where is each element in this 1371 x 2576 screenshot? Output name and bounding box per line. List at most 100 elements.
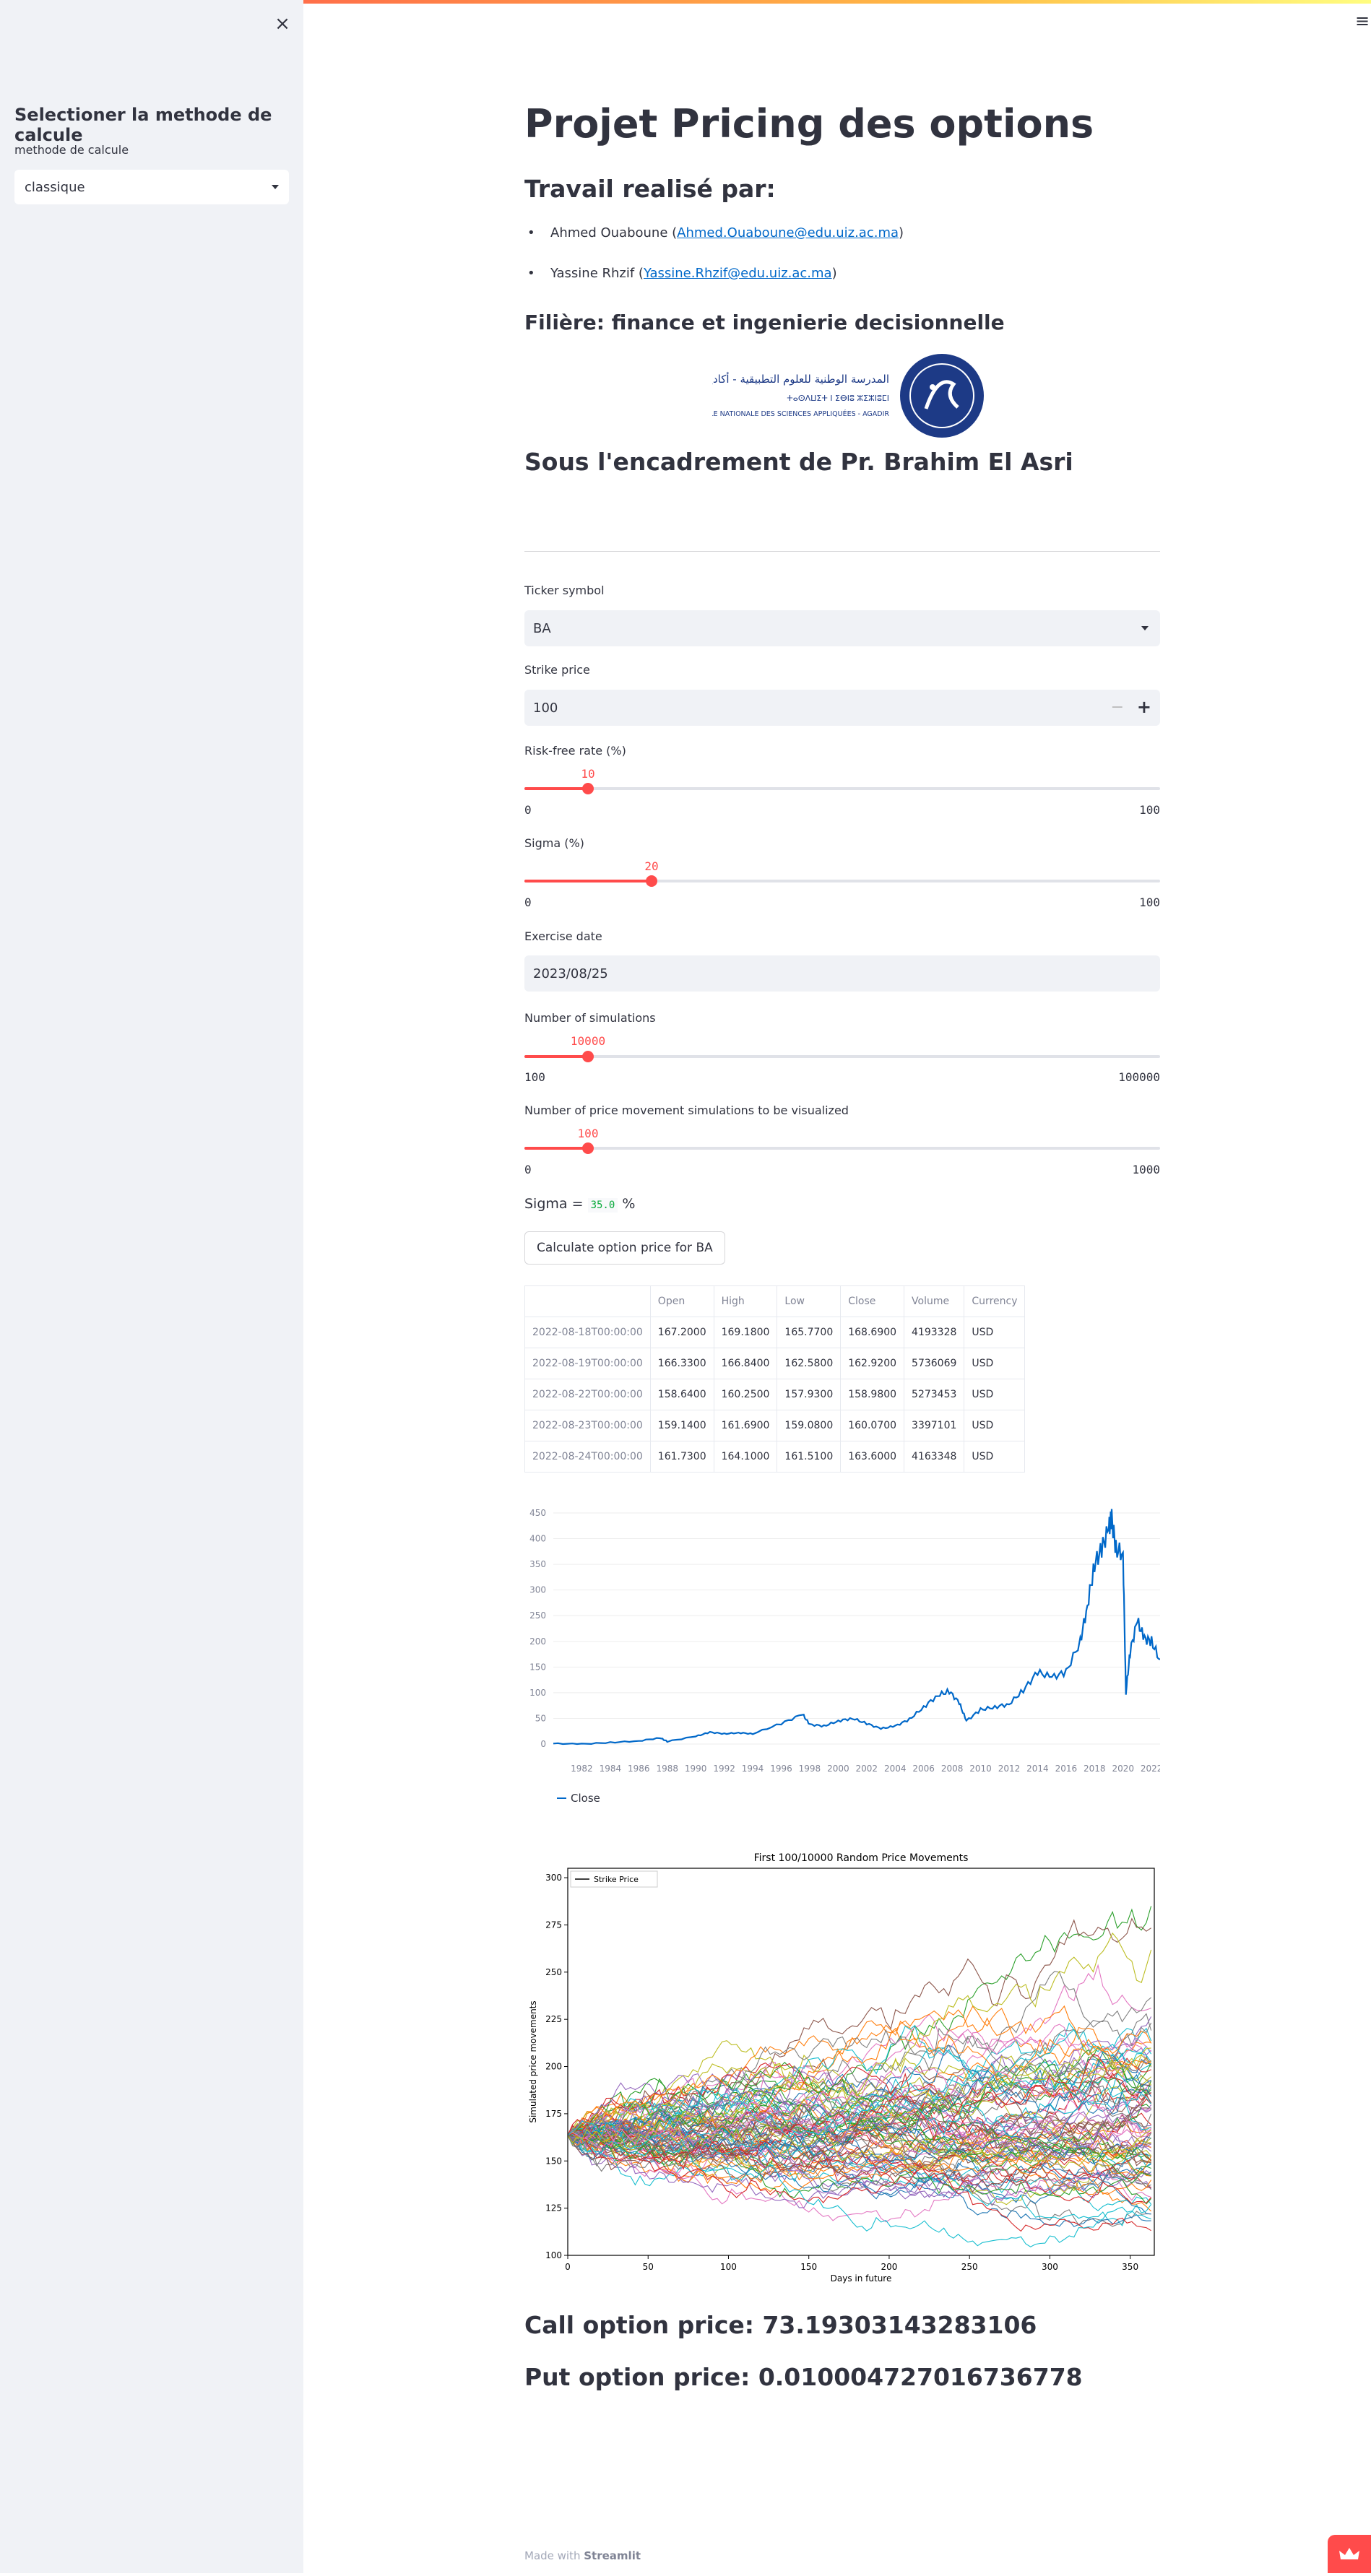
viz-slider[interactable] bbox=[524, 1142, 1160, 1154]
close-sidebar-icon[interactable]: × bbox=[273, 14, 292, 33]
rate-slider-value: 10 bbox=[581, 767, 595, 781]
x-tick-label: 2022 bbox=[1141, 1764, 1160, 1774]
decrement-button[interactable]: − bbox=[1111, 698, 1124, 716]
sidebar: × Selectioner la methode de calcule meth… bbox=[0, 0, 303, 2573]
x-tick-label: 1992 bbox=[713, 1764, 735, 1774]
y-tick-label: 50 bbox=[535, 1713, 546, 1723]
sigma-readout-value: 35.0 bbox=[587, 1198, 618, 1213]
ensa-agadir-logo: المدرسة الوطنية للعلوم التطبيقية - أكادي… bbox=[712, 354, 984, 438]
x-tick-label: 1984 bbox=[600, 1764, 622, 1774]
ticker-select[interactable]: BA bbox=[524, 610, 1160, 646]
column-header[interactable]: Low bbox=[777, 1285, 842, 1317]
table-cell: 158.9800 bbox=[840, 1379, 905, 1410]
table-cell: 161.5100 bbox=[777, 1441, 842, 1473]
y-tick-label: 275 bbox=[545, 1920, 562, 1930]
table-cell: 158.6400 bbox=[649, 1379, 714, 1410]
row-index: 2022-08-22T00:00:00 bbox=[524, 1379, 651, 1410]
column-header[interactable]: Currency bbox=[964, 1285, 1026, 1317]
rate-max: 100 bbox=[1139, 803, 1160, 817]
x-tick-label: 1988 bbox=[656, 1764, 678, 1774]
sims-label: Number of simulations bbox=[524, 1011, 656, 1025]
rate-slider-thumb[interactable] bbox=[582, 783, 594, 794]
work-by-heading: Travail realisé par: bbox=[524, 175, 776, 203]
y-tick-label: 175 bbox=[545, 2109, 562, 2119]
sims-min: 100 bbox=[524, 1070, 545, 1084]
table-cell: 5736069 bbox=[904, 1348, 965, 1379]
table-cell: USD bbox=[964, 1348, 1026, 1379]
x-tick-label: 1998 bbox=[799, 1764, 821, 1774]
table-cell: USD bbox=[964, 1379, 1026, 1410]
y-tick-label: 250 bbox=[529, 1610, 546, 1621]
viz-min: 0 bbox=[524, 1163, 532, 1176]
table-cell: 166.8400 bbox=[713, 1348, 778, 1379]
author-item: Ahmed Ouaboune (Ahmed.Ouaboune@edu.uiz.a… bbox=[527, 225, 904, 240]
svg-text:ⵜⴰⵙⴷⵡⵉⵜ ⵏ ⵉⴱⵏⵓ ⵣⵉⵣⵏⵓⵎⵏ: ⵜⴰⵙⴷⵡⵉⵜ ⵏ ⵉⴱⵏⵓ ⵣⵉⵣⵏⵓⵎⵏ bbox=[787, 394, 889, 403]
table-cell: 159.1400 bbox=[649, 1410, 714, 1441]
table-cell: 162.9200 bbox=[840, 1348, 905, 1379]
table-row: 2022-08-22T00:00:00 158.6400 160.2500 157.9… bbox=[524, 1379, 1026, 1410]
x-tick-label: 2010 bbox=[969, 1764, 992, 1774]
strike-input[interactable]: 100 − + bbox=[524, 690, 1160, 726]
author-email-link[interactable]: Yassine.Rhzif@edu.uiz.ac.ma bbox=[644, 266, 832, 281]
x-tick-label: 50 bbox=[643, 2262, 654, 2272]
row-index: 2022-08-18T00:00:00 bbox=[524, 1317, 651, 1348]
streamlit-crown-icon[interactable] bbox=[1328, 2535, 1371, 2573]
method-select[interactable]: classique bbox=[14, 170, 289, 204]
table-cell: 160.2500 bbox=[713, 1379, 778, 1410]
viz-slider-thumb[interactable] bbox=[582, 1142, 594, 1154]
viz-label: Number of price movement simulations to … bbox=[524, 1103, 849, 1117]
author-email-link[interactable]: Ahmed.Ouaboune@edu.uiz.ac.ma bbox=[677, 225, 899, 240]
x-tick-label: 2002 bbox=[856, 1764, 878, 1774]
svg-text:المدرسة الوطنية للعلوم التطبيق: المدرسة الوطنية للعلوم التطبيقية - أكادي… bbox=[712, 372, 889, 386]
column-header[interactable]: Close bbox=[840, 1285, 905, 1317]
column-header[interactable] bbox=[524, 1285, 651, 1317]
x-tick-label: 1996 bbox=[770, 1764, 792, 1774]
table-cell: 163.6000 bbox=[840, 1441, 905, 1473]
x-tick-label: 250 bbox=[961, 2262, 978, 2272]
column-header[interactable]: High bbox=[713, 1285, 778, 1317]
increment-button[interactable]: + bbox=[1137, 697, 1151, 717]
table-cell: 157.9300 bbox=[777, 1379, 842, 1410]
y-tick-label: 225 bbox=[545, 2014, 562, 2024]
rate-label: Risk-free rate (%) bbox=[524, 744, 626, 758]
legend-label: Close bbox=[571, 1792, 600, 1805]
column-header[interactable]: Volume bbox=[904, 1285, 965, 1317]
streamlit-link[interactable]: Streamlit bbox=[584, 2549, 641, 2562]
sims-slider-thumb[interactable] bbox=[582, 1051, 594, 1062]
y-tick-label: 400 bbox=[529, 1534, 546, 1544]
chevron-down-icon bbox=[1141, 626, 1149, 630]
close-price-chart: 0 50 100 150 200 250 300 350 400 450 1982 1984 1986 1… bbox=[529, 1508, 1160, 1805]
table-cell: 167.2000 bbox=[649, 1317, 714, 1348]
table-cell: 4163348 bbox=[904, 1441, 965, 1473]
y-tick-label: 350 bbox=[529, 1559, 546, 1569]
x-tick-label: 0 bbox=[565, 2262, 571, 2272]
sigma-slider[interactable] bbox=[524, 875, 1160, 887]
sigma-slider-thumb[interactable] bbox=[646, 875, 657, 887]
x-tick-label: 350 bbox=[1122, 2262, 1138, 2272]
date-input[interactable]: 2023/08/25 bbox=[524, 955, 1160, 992]
author-item: Yassine Rhzif (Yassine.Rhzif@edu.uiz.ac.… bbox=[527, 266, 837, 281]
table-cell: 166.3300 bbox=[649, 1348, 714, 1379]
sims-slider-value: 10000 bbox=[570, 1034, 606, 1048]
y-tick-label: 100 bbox=[529, 1688, 546, 1698]
y-tick-label: 200 bbox=[529, 1636, 546, 1647]
table-cell: 168.6900 bbox=[840, 1317, 905, 1348]
table-row: 2022-08-19T00:00:00 166.3300 166.8400 162.5… bbox=[524, 1348, 1026, 1379]
table-cell: USD bbox=[964, 1317, 1026, 1348]
sigma-min: 0 bbox=[524, 895, 532, 909]
sigma-label: Sigma (%) bbox=[524, 836, 584, 850]
rate-slider[interactable] bbox=[524, 783, 1160, 794]
column-header[interactable]: Open bbox=[649, 1285, 714, 1317]
hamburger-menu-icon[interactable]: ≡ bbox=[1355, 12, 1371, 30]
sims-slider[interactable] bbox=[524, 1051, 1160, 1062]
y-tick-label: 450 bbox=[529, 1508, 546, 1518]
x-tick-label: 1994 bbox=[742, 1764, 764, 1774]
ticker-value: BA bbox=[533, 620, 551, 636]
table-cell: 159.0800 bbox=[777, 1410, 842, 1441]
chart-title: First 100/10000 Random Price Movements bbox=[754, 1852, 969, 1864]
table-cell: 162.5800 bbox=[777, 1348, 842, 1379]
table-cell: 5273453 bbox=[904, 1379, 965, 1410]
calculate-button[interactable]: Calculate option price for BA bbox=[524, 1231, 725, 1265]
date-value: 2023/08/25 bbox=[533, 966, 608, 981]
table-cell: USD bbox=[964, 1441, 1026, 1473]
